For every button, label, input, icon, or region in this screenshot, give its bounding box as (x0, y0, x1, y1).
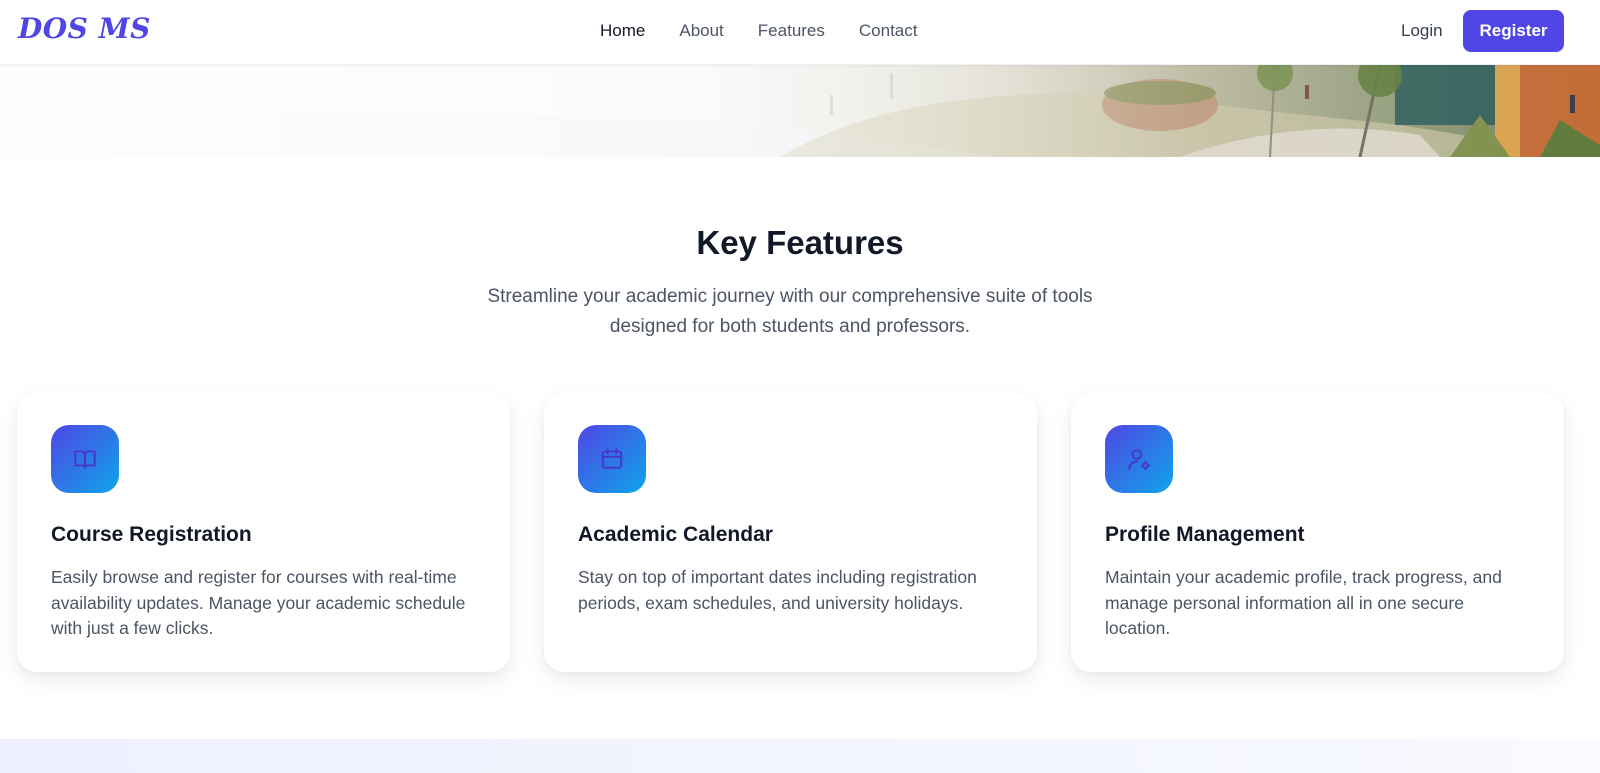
nav-link-contact[interactable]: Contact (859, 21, 918, 41)
feature-card-text: Easily browse and register for courses w… (51, 567, 466, 638)
login-link[interactable]: Login (1401, 21, 1443, 41)
main-nav: Home About Features Contact (600, 21, 917, 41)
top-navbar: DOS MS Home About Features Contact Login… (0, 0, 1600, 65)
hero-image-strip (0, 65, 1600, 157)
features-title: Key Features (696, 224, 904, 261)
feature-card-title: Academic Calendar (578, 523, 773, 546)
nav-link-features[interactable]: Features (758, 21, 825, 41)
feature-card-title: Course Registration (51, 523, 252, 546)
brand-logo[interactable]: DOS MS (18, 12, 151, 45)
book-open-icon (51, 425, 119, 493)
feature-card-text: Maintain your academic profile, track pr… (1105, 567, 1502, 638)
features-subtitle: Streamline your academic journey with ou… (487, 286, 1093, 337)
feature-card-title: Profile Management (1105, 523, 1305, 546)
nav-link-about[interactable]: About (679, 21, 723, 41)
calendar-icon (578, 425, 646, 493)
feature-card-academic-calendar: Academic Calendar Stay on top of importa… (544, 393, 1037, 672)
user-cog-icon (1105, 425, 1173, 493)
feature-card-course-registration: Course Registration Easily browse and re… (17, 393, 510, 672)
feature-card-text: Stay on top of important dates including… (578, 567, 977, 613)
next-section-background (0, 739, 1600, 773)
nav-link-home[interactable]: Home (600, 21, 645, 41)
hero-fade-overlay (0, 65, 1600, 157)
feature-card-profile-management: Profile Management Maintain your academi… (1071, 393, 1564, 672)
register-button[interactable]: Register (1463, 10, 1564, 52)
